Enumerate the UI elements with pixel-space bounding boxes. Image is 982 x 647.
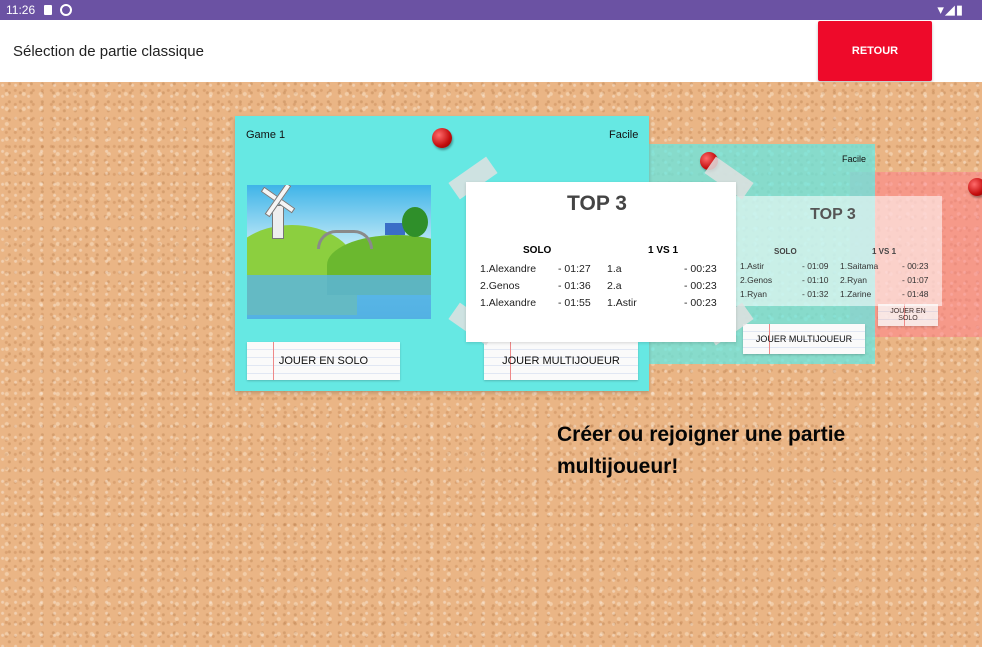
solo-name-3: 1.Alexandre bbox=[480, 297, 537, 309]
solo-time-3: - 01:55 bbox=[558, 297, 591, 309]
game-thumbnail bbox=[247, 185, 431, 319]
app-bar: Sélection de partie classique RETOUR bbox=[0, 20, 982, 82]
vs-name-2-3: 1.Zarine bbox=[840, 289, 872, 299]
solo-time-2-3: - 01:32 bbox=[802, 289, 829, 299]
difficulty-label: Facile bbox=[609, 129, 639, 141]
pushpin-icon bbox=[968, 178, 982, 196]
multiplayer-call-to-action: Créer ou rejoigner une partie multijoueu… bbox=[557, 423, 846, 478]
solo-name-2-1: 1.Astir bbox=[740, 261, 765, 271]
vs-header: 1 VS 1 bbox=[648, 245, 679, 256]
status-bar: 11:26 ▾◢▮ bbox=[0, 0, 982, 20]
vs-time-2-2: - 01:07 bbox=[902, 275, 929, 285]
status-time: 11:26 bbox=[6, 3, 36, 17]
pushpin-icon bbox=[432, 128, 452, 148]
play-solo-button[interactable]: JOUER EN SOLO bbox=[247, 342, 400, 380]
solo-name-1: 1.Alexandre bbox=[480, 263, 537, 275]
solo-time-2: - 01:36 bbox=[558, 280, 591, 292]
page-title: Sélection de partie classique bbox=[13, 43, 204, 60]
leaderboard-1: TOP 3 SOLO 1 VS 1 1.Alexandre - 01:27 2.… bbox=[466, 182, 736, 342]
vs-name-2: 2.a bbox=[607, 280, 622, 292]
vs-name-2-2: 2.Ryan bbox=[840, 275, 867, 285]
leaderboard-title-2: TOP 3 bbox=[810, 206, 856, 223]
solo-name-2-2: 2.Genos bbox=[740, 275, 773, 285]
vs-name-3: 1.Astir bbox=[607, 297, 637, 309]
solo-name-2-3: 1.Ryan bbox=[740, 289, 767, 299]
play-multiplayer-button-2[interactable]: JOUER MULTIJOUEUR bbox=[743, 324, 865, 354]
solo-time-1: - 01:27 bbox=[558, 263, 591, 275]
difficulty-label-2: Facile bbox=[842, 154, 867, 164]
solo-header: SOLO bbox=[523, 245, 552, 256]
sd-card-icon bbox=[44, 5, 52, 15]
vs-time-3: - 00:23 bbox=[684, 297, 717, 309]
leaderboard-2: TOP 3 SOLO 1 VS 1 1.Astir - 01:09 2.Geno… bbox=[734, 196, 942, 306]
vs-name-2-1: 1.Saitama bbox=[840, 261, 879, 271]
solo-name-2: 2.Genos bbox=[480, 280, 520, 292]
vs-time-2-3: - 01:48 bbox=[902, 289, 929, 299]
sync-icon bbox=[60, 4, 72, 16]
vs-time-2: - 00:23 bbox=[684, 280, 717, 292]
vs-name-1: 1.a bbox=[607, 263, 622, 275]
leaderboard-title: TOP 3 bbox=[567, 192, 627, 215]
vs-time-2-1: - 00:23 bbox=[902, 261, 929, 271]
vs-header-2: 1 VS 1 bbox=[872, 247, 897, 256]
status-icons: ▾◢▮ bbox=[937, 2, 964, 17]
play-solo-button-3[interactable]: JOUER EN SOLO bbox=[878, 304, 938, 326]
solo-time-2-1: - 01:09 bbox=[802, 261, 829, 271]
vs-time-1: - 00:23 bbox=[684, 263, 717, 275]
game-name-label: Game 1 bbox=[246, 129, 286, 141]
play-multiplayer-button[interactable]: JOUER MULTIJOUEUR bbox=[484, 342, 638, 380]
back-button[interactable]: RETOUR bbox=[818, 21, 932, 81]
solo-header-2: SOLO bbox=[774, 247, 797, 256]
solo-time-2-2: - 01:10 bbox=[802, 275, 829, 285]
